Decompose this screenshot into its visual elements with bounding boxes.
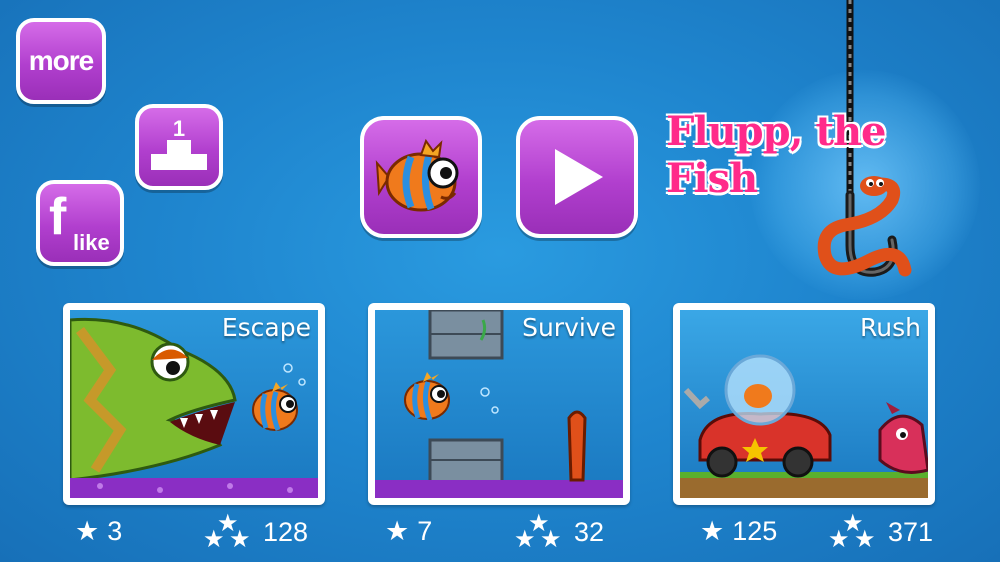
- total-value: 128: [263, 516, 309, 547]
- like-label: like: [73, 230, 110, 255]
- star-icon: ★: [385, 516, 410, 546]
- escape-total-stat: ★ ★ ★ 128: [203, 512, 308, 552]
- facebook-like-icon: f like: [49, 188, 110, 255]
- game-title: Flupp, the Fish: [666, 108, 886, 202]
- survive-stars-stat: ★ 7: [385, 516, 432, 547]
- mode-card-escape[interactable]: Escape: [63, 303, 325, 505]
- rush-stars-stat: ★ 125: [700, 516, 777, 547]
- character-select-button[interactable]: [360, 116, 482, 238]
- mode-name: Escape: [221, 313, 311, 342]
- stars-value: 3: [107, 516, 123, 546]
- more-label: more: [28, 45, 94, 76]
- escape-stars-stat: ★ 3: [75, 516, 122, 547]
- mode-name: Rush: [860, 313, 921, 342]
- total-value: 371: [888, 516, 934, 547]
- star-icon: ★: [75, 516, 100, 546]
- mode-card-rush[interactable]: Rush: [673, 303, 935, 505]
- facebook-like-button[interactable]: f like: [36, 180, 124, 266]
- star-icon: ★: [700, 516, 725, 546]
- survive-total-stat: ★ ★ ★ 32: [514, 512, 604, 552]
- more-button[interactable]: more: [16, 18, 106, 104]
- facebook-letter: f: [49, 188, 67, 246]
- podium-icon: 1: [151, 116, 207, 170]
- game-menu-screen: more 1 f like Flupp, the Fish Escape Sur…: [0, 0, 1000, 562]
- stars-value: 125: [732, 516, 778, 546]
- rank-number: 1: [173, 116, 185, 141]
- total-value: 32: [574, 516, 605, 547]
- stars-cluster-icon: ★ ★ ★: [203, 510, 251, 553]
- fish-character-icon: [375, 138, 459, 212]
- mode-name: Survive: [522, 313, 616, 342]
- stars-cluster-icon: ★ ★ ★: [514, 510, 562, 553]
- stars-cluster-icon: ★ ★ ★: [828, 510, 876, 553]
- leaderboard-button[interactable]: 1: [135, 104, 223, 190]
- rush-total-stat: ★ ★ ★ 371: [828, 512, 933, 552]
- stars-value: 7: [417, 516, 433, 546]
- play-icon: [555, 149, 603, 205]
- mode-card-survive[interactable]: Survive: [368, 303, 630, 505]
- play-button[interactable]: [516, 116, 638, 238]
